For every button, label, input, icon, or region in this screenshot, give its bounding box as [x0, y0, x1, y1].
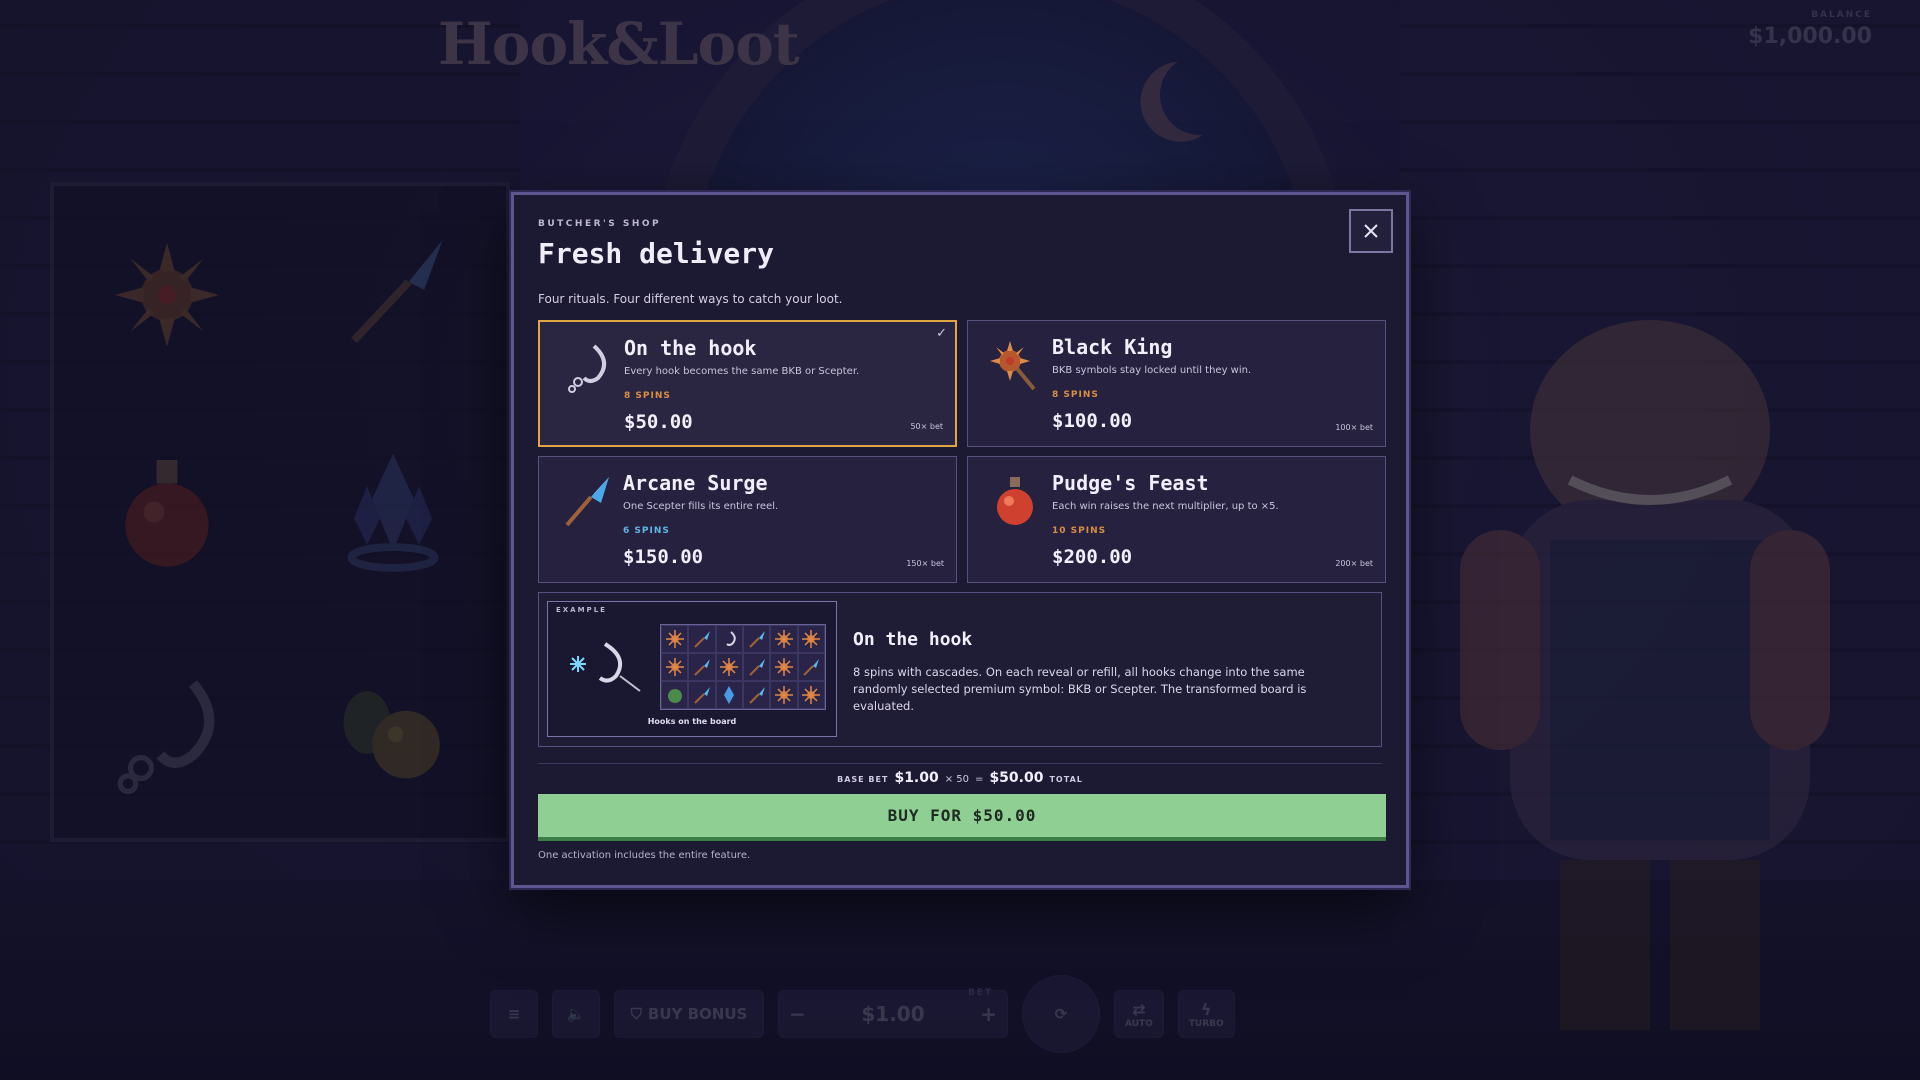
example-tag: EXAMPLE [556, 606, 607, 614]
bonus-card-on-the-hook[interactable]: ✓ On the hook Every hook becomes the sam… [538, 320, 957, 447]
potion-icon [997, 477, 1033, 525]
card-spins: 6 SPINS [623, 526, 670, 536]
mini-board-cell [661, 625, 689, 653]
modal-title: Fresh delivery [538, 237, 775, 270]
mace-icon [665, 658, 684, 676]
mace-icon [720, 658, 739, 676]
card-spins: 8 SPINS [624, 391, 671, 401]
crystal-icon [724, 686, 735, 704]
card-description: Each win raises the next multiplier, up … [1052, 501, 1279, 512]
example-preview: EXAMPLE Hooks on the board [547, 601, 837, 737]
footnote: One activation includes the entire featu… [538, 850, 751, 861]
mini-board-cell [715, 681, 743, 709]
card-multiplier: 100× bet [1335, 423, 1373, 432]
card-title: Arcane Surge [623, 471, 768, 495]
mini-board-cell [715, 653, 743, 681]
scepter-icon [748, 631, 765, 648]
close-button[interactable] [1349, 209, 1393, 253]
mace-icon [802, 686, 821, 704]
total-cost-value: $50.00 [989, 770, 1044, 786]
mace-icon [665, 630, 684, 648]
base-bet-value: $1.00 [894, 770, 939, 786]
card-price: $50.00 [624, 411, 693, 433]
bonus-options: ✓ On the hook Every hook becomes the sam… [538, 320, 1386, 583]
divider [538, 763, 1382, 764]
bonus-card-black-king[interactable]: Black King BKB symbols stay locked until… [967, 320, 1386, 447]
close-icon [1364, 224, 1378, 238]
hook-icon [568, 344, 606, 393]
scepter-icon [748, 687, 765, 704]
mini-board-cell [688, 625, 716, 653]
scepter-icon [694, 631, 710, 648]
mace-icon [774, 686, 793, 704]
scepter-icon [803, 659, 820, 676]
card-spins: 8 SPINS [1052, 390, 1099, 400]
base-bet-label: BASE BET [837, 775, 889, 784]
card-multiplier: 50× bet [910, 422, 943, 431]
mini-board-cell [661, 681, 689, 709]
card-price: $150.00 [623, 546, 704, 568]
bonus-card-arcane-surge[interactable]: Arcane Surge One Scepter fills its entir… [538, 456, 957, 583]
example-text: On the hook 8 spins with cascades. On ea… [853, 629, 1361, 715]
example-mini-board [660, 624, 826, 710]
mini-board-cell [770, 625, 798, 653]
hook-transform-icon [570, 642, 641, 692]
card-title: Black King [1052, 335, 1173, 359]
mini-board-cell [743, 625, 771, 653]
card-title: Pudge's Feast [1052, 471, 1209, 495]
mini-board-cell [688, 653, 716, 681]
checkmark-icon: ✓ [936, 326, 947, 341]
card-title: On the hook [624, 336, 757, 360]
card-price: $200.00 [1052, 546, 1133, 568]
scepter-icon [565, 477, 609, 527]
bet-summary: BASE BET $1.00 × 50 = $50.00 TOTAL [538, 770, 1382, 786]
mini-board-cell [797, 681, 825, 709]
mini-board-cell [770, 653, 798, 681]
scepter-icon [748, 659, 765, 676]
example-caption: Hooks on the board [647, 717, 737, 726]
mini-board-cell [661, 653, 689, 681]
scepter-icon [694, 659, 710, 676]
mini-board-cell [770, 681, 798, 709]
mini-board-cell [743, 681, 771, 709]
card-spins: 10 SPINS [1052, 526, 1107, 536]
mini-board-cell [743, 653, 771, 681]
card-multiplier: 200× bet [1335, 559, 1373, 568]
mini-board-cell [715, 625, 743, 653]
mace-icon [774, 658, 793, 676]
card-multiplier: 150× bet [906, 559, 944, 568]
equals-sign: = [975, 774, 984, 785]
modal-eyebrow: BUTCHER'S SHOP [538, 219, 662, 229]
card-description: One Scepter fills its entire reel. [623, 501, 779, 512]
card-description: BKB symbols stay locked until they win. [1052, 365, 1252, 376]
bonus-card-pudges-feast[interactable]: Pudge's Feast Each win raises the next m… [967, 456, 1386, 583]
buy-bonus-modal: BUTCHER'S SHOP Fresh delivery Four ritua… [511, 192, 1409, 888]
card-price: $100.00 [1052, 410, 1133, 432]
modal-subtitle: Four rituals. Four different ways to cat… [538, 292, 843, 306]
mini-board-cell [797, 625, 825, 653]
total-label: TOTAL [1049, 775, 1083, 784]
scepter-icon [694, 687, 710, 704]
example-panel: EXAMPLE Hooks on the board On the hook 8… [538, 592, 1382, 747]
mace-icon [774, 630, 793, 648]
mini-board-cell [797, 653, 825, 681]
mini-board-cell [688, 681, 716, 709]
example-description: 8 spins with cascades. On each reveal or… [853, 665, 1307, 713]
fruit-icon [667, 689, 682, 703]
bet-multiplier: × 50 [944, 774, 970, 785]
buy-feature-button[interactable]: BUY FOR $50.00 [538, 794, 1386, 841]
mace-icon [802, 630, 821, 648]
spiked-mace-icon [990, 341, 1036, 391]
example-title: On the hook [853, 629, 973, 650]
hook-icon [726, 631, 737, 646]
card-description: Every hook becomes the same BKB or Scept… [624, 366, 860, 377]
